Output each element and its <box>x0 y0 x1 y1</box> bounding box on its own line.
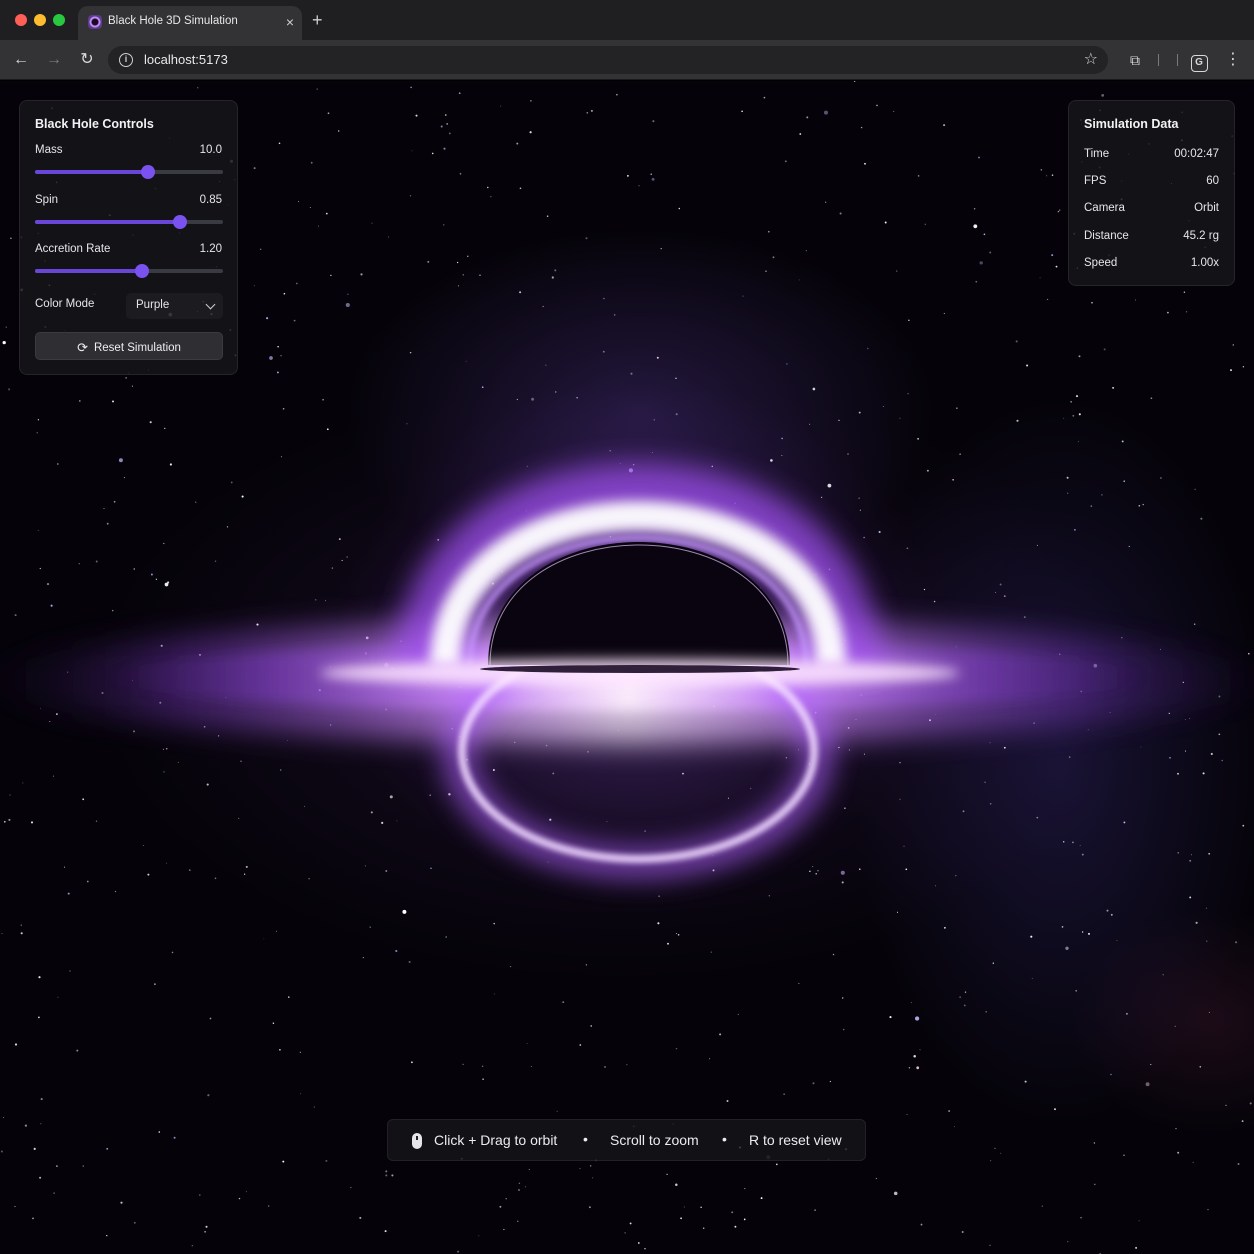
reset-simulation-label: Reset Simulation <box>93 342 181 354</box>
profile-icon[interactable]: G <box>1188 49 1210 72</box>
address-bar[interactable]: i localhost:5173 ☆ <box>108 46 1108 74</box>
mass-value: 10.0 <box>199 144 222 156</box>
maximize-window-button[interactable] <box>53 14 65 26</box>
back-arrow-icon[interactable]: ← <box>10 49 32 71</box>
browser-tab-bar: Black Hole 3D Simulation × + <box>0 0 1254 40</box>
camera-value: Orbit <box>1194 202 1219 214</box>
extensions-puzzle-icon[interactable]: ⧉ <box>1124 49 1146 71</box>
distance-label: Distance <box>1084 230 1129 242</box>
browser-tab[interactable]: Black Hole 3D Simulation × <box>78 6 302 40</box>
mass-slider-fill <box>35 170 148 174</box>
favicon-icon <box>88 15 102 29</box>
tab-title: Black Hole 3D Simulation <box>108 15 238 27</box>
mouse-icon <box>412 1133 422 1149</box>
spin-slider[interactable] <box>35 215 223 229</box>
black-hole-controls-panel: Black Hole Controls Mass 10.0 Spin 0.85 … <box>19 100 238 375</box>
spin-slider-thumb[interactable] <box>172 215 187 229</box>
fps-label: FPS <box>1084 175 1107 187</box>
fps-value: 60 <box>1206 175 1219 187</box>
hint-zoom: Scroll to zoom <box>610 1132 699 1148</box>
accretion-rate-value: 1.20 <box>199 243 222 255</box>
bookmark-star-icon[interactable]: ☆ <box>1084 49 1098 71</box>
distance-value: 45.2 rg <box>1183 230 1219 242</box>
browser-toolbar: ← → ↻ i localhost:5173 ☆ ⧉ G ⋮ <box>0 40 1254 80</box>
simulation-data-title: Simulation Data <box>1084 117 1179 131</box>
spin-slider-fill <box>35 220 180 224</box>
accretion-rate-slider-thumb[interactable] <box>135 264 150 278</box>
speed-value: 1.00x <box>1190 257 1219 269</box>
tab-close-icon[interactable]: × <box>286 12 294 32</box>
mass-label: Mass <box>35 144 63 156</box>
accretion-rate-slider-fill <box>35 269 143 273</box>
url-text[interactable]: localhost:5173 <box>144 52 228 67</box>
reload-icon[interactable]: ↻ <box>76 49 98 71</box>
camera-label: Camera <box>1084 202 1125 214</box>
time-value: 00:02:47 <box>1174 148 1219 160</box>
mass-slider[interactable] <box>35 165 223 179</box>
chevron-down-icon <box>205 299 216 310</box>
accretion-rate-label: Accretion Rate <box>35 243 111 255</box>
speed-label: Speed <box>1084 257 1118 269</box>
refresh-icon: ⟳ <box>77 340 88 355</box>
mass-slider-thumb[interactable] <box>140 165 155 179</box>
controls-title: Black Hole Controls <box>35 117 154 131</box>
profile-letter: G <box>1190 55 1208 72</box>
hint-orbit: Click + Drag to orbit <box>434 1132 558 1148</box>
toolbar-divider <box>1158 54 1159 66</box>
forward-arrow-icon[interactable]: → <box>43 49 65 71</box>
color-mode-selected: Purple <box>136 299 170 311</box>
kebab-menu-icon[interactable]: ⋮ <box>1222 49 1244 71</box>
simulation-data-panel: Simulation Data Time 00:02:47 FPS 60 Cam… <box>1068 100 1235 286</box>
minimize-window-button[interactable] <box>34 14 46 26</box>
accretion-rate-slider[interactable] <box>35 264 223 278</box>
hint-separator: • <box>583 1131 588 1147</box>
time-label: Time <box>1084 148 1110 160</box>
close-window-button[interactable] <box>15 14 27 26</box>
spin-label: Spin <box>35 194 59 206</box>
new-tab-button[interactable]: + <box>312 9 323 31</box>
site-info-icon[interactable]: i <box>119 53 133 67</box>
color-mode-select[interactable]: Purple <box>126 293 223 319</box>
controls-hint-bar: Click + Drag to orbit • Scroll to zoom •… <box>387 1119 866 1161</box>
disk-shadow-edge <box>480 665 800 673</box>
reset-simulation-button[interactable]: ⟳ Reset Simulation <box>35 332 223 360</box>
spin-value: 0.85 <box>199 194 222 206</box>
hint-reset: R to reset view <box>749 1132 842 1148</box>
toolbar-divider <box>1177 54 1178 66</box>
hint-separator: • <box>722 1131 727 1147</box>
color-mode-label: Color Mode <box>35 298 95 310</box>
